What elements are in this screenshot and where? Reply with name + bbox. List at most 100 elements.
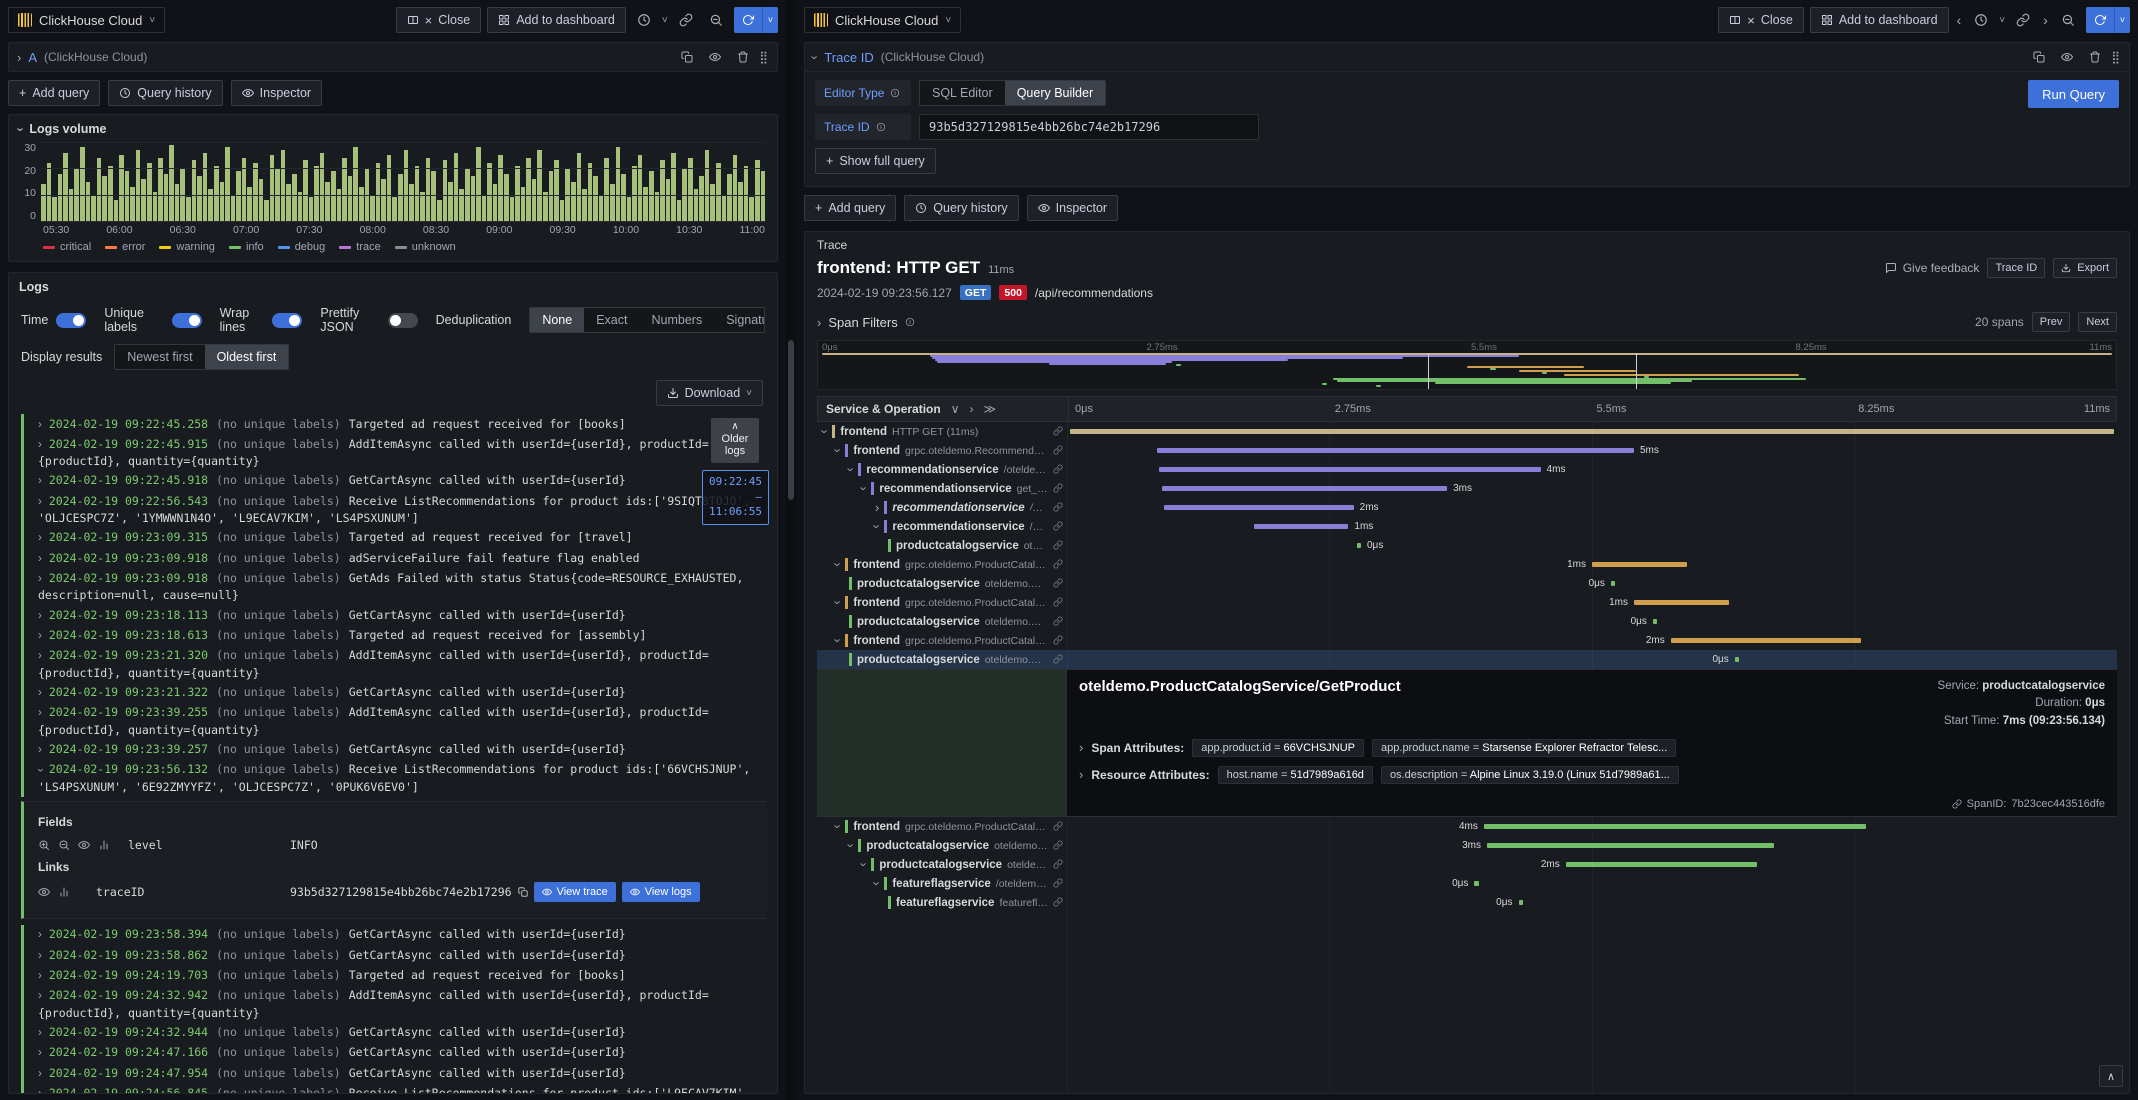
add-query-button-left[interactable]: + Add query xyxy=(8,80,101,106)
toggle-field-visibility-icon[interactable] xyxy=(38,886,50,898)
collapse-span-icon[interactable]: › xyxy=(831,600,846,604)
span-row[interactable]: productcatalogservice oteldemo.Produc... 0… xyxy=(817,574,2117,593)
collapse-span-icon[interactable]: › xyxy=(831,638,846,642)
expand-log-icon[interactable]: › xyxy=(38,417,42,433)
log-row[interactable]: › 2024-02-19 09:23:21.322 (no unique label… xyxy=(21,682,767,703)
collapse-all-icon[interactable]: ≫ xyxy=(984,402,997,416)
span-link-icon[interactable] xyxy=(1053,818,1063,836)
expand-one-icon[interactable]: › xyxy=(970,402,974,416)
log-row[interactable]: › 2024-02-19 09:23:58.862 (no unique label… xyxy=(21,945,767,966)
query-ref-label[interactable]: Trace ID xyxy=(824,50,873,65)
span-link-icon[interactable] xyxy=(1053,461,1063,479)
datasource-picker-right[interactable]: ClickHouse Cloud ˅ xyxy=(804,7,962,33)
span-filters-label[interactable]: Span Filters xyxy=(828,315,897,330)
span-link-icon[interactable] xyxy=(1053,537,1063,555)
span-timeline-cell[interactable]: 1ms xyxy=(1067,555,2117,574)
collapse-span-icon[interactable]: › xyxy=(831,448,846,452)
chevron-down-icon[interactable]: › xyxy=(808,55,823,59)
add-to-dashboard-button-left[interactable]: Add to dashboard xyxy=(487,7,626,33)
span-row[interactable]: productcatalogservice oteldemo.Produc 0μs xyxy=(817,612,2117,631)
span-timeline-cell[interactable]: 5ms xyxy=(1067,441,2117,460)
span-duration-bar[interactable] xyxy=(1356,543,1361,548)
span-name-cell[interactable]: › recommendationservice/otelde... xyxy=(817,499,1067,517)
log-row[interactable]: › 2024-02-19 09:22:45.918 (no unique label… xyxy=(21,470,767,492)
span-timeline-cell[interactable]: 1ms xyxy=(1067,593,2117,612)
span-timeline-cell[interactable]: 0μs xyxy=(1067,574,2117,593)
expand-log-icon[interactable]: › xyxy=(38,742,42,758)
download-button[interactable]: Download ˅ xyxy=(655,380,763,406)
toggle-switch[interactable] xyxy=(387,312,418,328)
log-row[interactable]: › 2024-02-19 09:24:32.944 (no unique label… xyxy=(21,1022,767,1043)
expand-log-icon[interactable]: › xyxy=(38,1066,42,1082)
span-row[interactable]: › frontend grpc.oteldemo.ProductCatalogSer… xyxy=(817,555,2117,574)
time-sync-button-right[interactable] xyxy=(1969,7,1993,33)
span-duration-bar[interactable] xyxy=(1161,486,1448,491)
span-link-icon[interactable] xyxy=(1053,594,1063,612)
span-link-icon[interactable] xyxy=(1053,442,1063,460)
span-link-icon[interactable] xyxy=(1053,556,1063,574)
run-interval-caret[interactable]: ˅ xyxy=(2113,7,2130,33)
collapse-icon[interactable]: › xyxy=(14,127,29,131)
log-row[interactable]: › 2024-02-19 09:23:09.918 (no unique label… xyxy=(21,548,767,569)
link-button-left[interactable] xyxy=(674,7,698,33)
span-name-cell[interactable]: › frontend HTTP GET (11ms) xyxy=(817,423,1067,441)
log-row[interactable]: › 2024-02-19 09:23:39.255 (no unique label… xyxy=(21,702,767,740)
field-stats-icon[interactable] xyxy=(58,886,70,898)
span-duration-bar[interactable] xyxy=(1157,448,1634,453)
chevron-down-icon[interactable]: ˅ xyxy=(1999,15,2005,26)
span-name-cell[interactable]: featureflagservice featureflag... xyxy=(817,894,1067,912)
span-link-icon[interactable] xyxy=(1053,875,1063,893)
log-row[interactable]: › 2024-02-19 09:23:09.315 (no unique label… xyxy=(21,527,767,549)
expand-log-icon[interactable]: › xyxy=(38,948,42,964)
expand-log-icon[interactable]: › xyxy=(38,608,42,624)
toggle-unique-labels[interactable]: Unique labels xyxy=(104,306,202,334)
trace-id-button[interactable]: Trace ID xyxy=(1987,258,2046,278)
log-row[interactable]: › 2024-02-19 09:24:47.954 (no unique label… xyxy=(21,1063,767,1084)
pane-scrollbar[interactable] xyxy=(786,0,796,1100)
span-timeline-cell[interactable]: 3ms xyxy=(1067,836,2117,855)
inspector-button-right[interactable]: Inspector xyxy=(1026,195,1119,221)
zoom-out-button-left[interactable] xyxy=(704,7,728,33)
dedup-option-none[interactable]: None xyxy=(530,308,585,332)
chevron-right-icon[interactable]: › xyxy=(17,51,21,64)
toggle-time[interactable]: Time xyxy=(21,306,87,334)
span-link-icon[interactable] xyxy=(1053,837,1063,855)
legend-item-warning[interactable]: warning xyxy=(159,241,215,253)
run-query-split-button-left[interactable]: ˅ xyxy=(733,7,778,33)
export-button[interactable]: Export xyxy=(2053,258,2117,278)
log-row[interactable]: › 2024-02-19 09:23:56.132 (no unique label… xyxy=(21,759,767,797)
field-stats-icon[interactable] xyxy=(98,839,110,851)
view-logs-button[interactable]: View logs xyxy=(621,881,700,902)
span-duration-bar[interactable] xyxy=(1487,843,1774,848)
expand-log-icon[interactable]: › xyxy=(38,628,42,644)
span-name-cell[interactable]: › frontend grpc.oteldemo.RecommendationSer… xyxy=(817,442,1067,460)
link-icon[interactable] xyxy=(1952,799,1962,809)
query-ref-label[interactable]: A xyxy=(28,50,37,65)
close-split-button[interactable]: × Close xyxy=(395,7,482,33)
span-name-cell[interactable]: productcatalogservice otelde... xyxy=(817,537,1067,555)
expand-log-icon[interactable]: › xyxy=(38,530,42,546)
span-duration-bar[interactable] xyxy=(1159,467,1541,472)
expand-log-icon[interactable]: › xyxy=(38,1045,42,1061)
link-button-right[interactable] xyxy=(2011,7,2035,33)
zoom-out-button-right[interactable] xyxy=(2056,7,2080,33)
scrollbar-thumb[interactable] xyxy=(788,340,794,500)
expand-log-icon[interactable]: › xyxy=(38,927,42,943)
chevron-right-icon[interactable]: › xyxy=(1079,741,1083,754)
collapse-log-icon[interactable]: › xyxy=(32,769,48,773)
span-link-icon[interactable] xyxy=(1053,575,1063,593)
expand-log-icon[interactable]: › xyxy=(38,551,42,567)
legend-item-debug[interactable]: debug xyxy=(277,241,325,253)
delete-query-button[interactable] xyxy=(2083,44,2107,70)
collapse-span-icon[interactable]: › xyxy=(844,843,859,847)
log-row[interactable]: › 2024-02-19 09:22:45.258 (no unique label… xyxy=(21,414,767,435)
filter-for-value-icon[interactable] xyxy=(38,839,50,851)
span-timeline-cell[interactable]: 0μs xyxy=(1067,650,2117,669)
legend-item-trace[interactable]: trace xyxy=(339,241,381,253)
filter-out-value-icon[interactable] xyxy=(58,839,70,851)
minimap-canvas[interactable] xyxy=(818,353,2116,389)
minimap-cursor[interactable] xyxy=(1635,353,1637,389)
span-name-cell[interactable]: › featureflagservice/oteldemo.Feat... xyxy=(817,875,1067,893)
expand-log-icon[interactable]: › xyxy=(38,685,42,701)
span-row[interactable]: productcatalogservice oteldemo.Produc 0μs xyxy=(817,650,2117,669)
